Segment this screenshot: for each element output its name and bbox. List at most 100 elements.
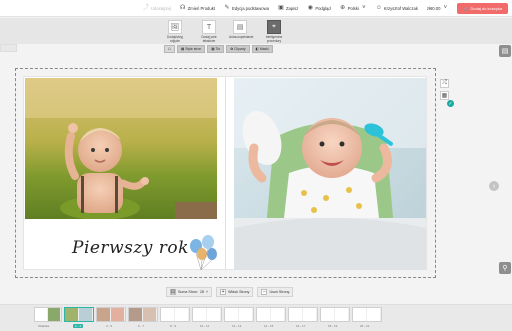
autofill-icon: ▤ xyxy=(233,20,247,34)
tab-page-styles[interactable]: ▦ Style stron xyxy=(177,45,206,53)
autofill-label: Autouzupełnianie xyxy=(229,35,254,39)
thumb-8-9[interactable] xyxy=(160,307,190,322)
remove-page-label: Usuń Stronę xyxy=(269,290,290,294)
thumb-label: Okładka xyxy=(38,324,50,328)
save-button[interactable]: ▣ Zapisz xyxy=(278,5,298,11)
change-product-label: Zmień Produkt xyxy=(187,5,215,11)
document-icon: ▤ xyxy=(501,48,509,55)
edit-icon: ✎ xyxy=(224,5,230,11)
price-label: zł60.00 xyxy=(426,5,441,11)
change-product-button[interactable]: ☊ Zmień Produkt xyxy=(180,5,215,11)
thumb-label: 10 - 11 xyxy=(200,324,210,328)
baby-grass-image xyxy=(25,78,217,219)
preview-button[interactable]: ◉ Podgląd xyxy=(307,5,331,11)
thumb-14-15[interactable] xyxy=(256,307,286,322)
tab-cliparts-label: Cliparty xyxy=(234,47,246,51)
tab-background[interactable]: ▦ Tło xyxy=(207,45,225,53)
thumb-label: 6 - 7 xyxy=(138,324,145,328)
left-panel-tab[interactable] xyxy=(0,44,17,52)
text-icon: T xyxy=(202,20,216,34)
price-select[interactable]: zł60.00 ˅ xyxy=(427,5,449,11)
eye-icon: ◉ xyxy=(307,5,313,11)
add-photo-label: Dodaj/ukryj zdjęcie xyxy=(167,35,183,43)
save-icon: ▣ xyxy=(278,5,284,11)
thumb-16-17[interactable] xyxy=(288,307,318,322)
pages-icon: ▤ xyxy=(170,289,176,295)
add-to-cart-button[interactable]: 🛒 Dodaj do koszyka xyxy=(457,2,508,14)
image-icon: ▦ xyxy=(211,47,215,51)
page-count-select[interactable]: ▤ Suma Stron: 28 ˅ xyxy=(166,287,213,297)
share-label: Udostępnij xyxy=(150,5,171,11)
thumb-label: 20 - 21 xyxy=(360,324,370,328)
share-icon: ⤴ xyxy=(142,5,149,11)
user-name: Krzysztof Walczak xyxy=(383,5,418,11)
spine-divider xyxy=(225,77,226,269)
smart-procedures-tool[interactable]: ⌖ Inteligentne procedury xyxy=(263,20,285,43)
thumb-4-5[interactable] xyxy=(96,307,126,322)
page-controls: ▤ Suma Stron: 28 ˅ + Widok Strony − Usuń… xyxy=(166,287,294,297)
add-page-button[interactable]: + Widok Strony xyxy=(216,287,254,297)
photo-baby-highchair[interactable] xyxy=(234,78,426,270)
tab-cliparts[interactable]: ✿ Cliparty xyxy=(226,45,250,53)
chevron-down-icon: ˅ xyxy=(443,5,448,11)
globe-icon: ⊕ xyxy=(340,5,346,11)
add-text-label: Dodaj pole tekstowe xyxy=(201,35,217,43)
headphones-icon: ☊ xyxy=(180,5,186,11)
next-page-arrow[interactable]: › xyxy=(489,181,499,191)
layout-icon[interactable]: ▦ xyxy=(440,91,449,100)
tab-background-label: Tło xyxy=(215,47,221,51)
user-menu[interactable]: ☺ Krzysztof Walczak xyxy=(376,5,418,11)
album-title[interactable]: Pierwszy rok xyxy=(72,238,189,258)
tab-masks[interactable]: ◧ Maski xyxy=(251,45,273,53)
thumb-6-7[interactable] xyxy=(128,307,158,322)
thumb-label: 18 - 19 xyxy=(328,324,338,328)
home-icon[interactable]: ⌂ xyxy=(164,45,175,53)
thumb-12-13[interactable] xyxy=(224,307,254,322)
tab-page-styles-label: Style stron xyxy=(185,47,202,51)
language-select[interactable]: ⊕ Polski ˅ xyxy=(340,5,367,11)
thumb-label: 2 - 3 xyxy=(73,324,84,328)
check-icon[interactable]: ✓ xyxy=(447,100,454,107)
pages-panel-button[interactable]: ▤ xyxy=(499,45,511,57)
zoom-button[interactable]: ⚲ xyxy=(499,262,511,274)
remove-page-button[interactable]: − Usuń Stronę xyxy=(257,287,294,297)
thumb-label: 16 - 17 xyxy=(296,324,306,328)
photo-baby-grass[interactable] xyxy=(25,78,217,219)
basic-edit-label: Edycja podstawowa xyxy=(231,5,269,11)
save-label: Zapisz xyxy=(285,5,299,11)
cart-icon: 🛒 xyxy=(463,5,469,11)
grid-icon: ▦ xyxy=(181,47,185,51)
thumb-18-19[interactable] xyxy=(320,307,350,322)
thumb-2-3[interactable] xyxy=(64,307,94,322)
add-text-tool[interactable]: T Dodaj pole tekstowe xyxy=(198,20,220,43)
magnifier-icon: ⚲ xyxy=(502,265,508,272)
smart-procedures-label: Inteligentne procedury xyxy=(265,35,283,43)
mask-icon: ◧ xyxy=(255,47,259,51)
smart-icon: ⌖ xyxy=(267,20,281,34)
page-count-value: 28 xyxy=(199,290,204,294)
page-count-label: Suma Stron: xyxy=(178,290,198,294)
basic-edit-button[interactable]: ✎ Edycja podstawowa xyxy=(224,5,269,11)
thumb-20-21[interactable] xyxy=(352,307,382,322)
clipart-icon: ✿ xyxy=(230,47,234,51)
subtab-bar: ⌂ ▦ Style stron ▦ Tło ✿ Cliparty ◧ Maski xyxy=(164,45,273,53)
tab-masks-label: Maski xyxy=(259,47,269,51)
chevron-down-icon: ˅ xyxy=(205,290,209,294)
remove-page-icon: − xyxy=(261,289,268,295)
add-photo-tool[interactable]: 🖼 Dodaj/ukryj zdjęcie xyxy=(164,20,186,43)
autofill-tool[interactable]: ▤ Autouzupełnianie xyxy=(229,20,254,39)
add-page-icon: + xyxy=(220,289,227,295)
thumb-label: 4 - 5 xyxy=(106,324,113,328)
share-button[interactable]: ⤴ Udostępnij xyxy=(143,5,171,11)
shuffle-icon[interactable]: ⤮ xyxy=(440,79,449,88)
thumb-10-11[interactable] xyxy=(192,307,222,322)
baby-highchair-image xyxy=(234,78,426,270)
top-bar: ⤴ Udostępnij ☊ Zmień Produkt ✎ Edycja po… xyxy=(0,0,512,17)
balloons-clipart[interactable] xyxy=(186,232,220,272)
thumb-label: 12 - 13 xyxy=(232,324,242,328)
preview-label: Podgląd xyxy=(315,5,331,11)
user-icon: ☺ xyxy=(375,5,382,11)
add-to-cart-label: Dodaj do koszyka xyxy=(470,5,502,11)
thumb-cover[interactable] xyxy=(34,307,62,322)
add-page-label: Widok Strony xyxy=(228,290,250,294)
